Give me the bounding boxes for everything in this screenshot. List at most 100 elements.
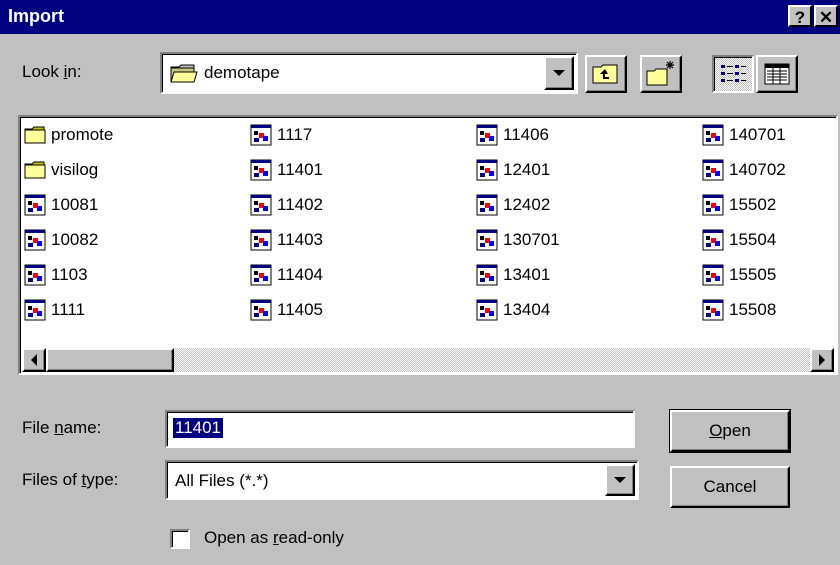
create-new-folder-icon — [646, 61, 674, 86]
scroll-left-button[interactable] — [22, 348, 46, 372]
cancel-button[interactable]: Cancel — [670, 466, 790, 508]
scroll-right-button[interactable] — [810, 348, 834, 372]
folder-icon — [24, 161, 46, 179]
file-name: 11404 — [277, 265, 324, 284]
data-file-icon — [476, 159, 498, 181]
data-file-icon — [476, 264, 498, 286]
list-item[interactable]: 1103 — [24, 263, 88, 287]
list-item[interactable]: 12401 — [476, 158, 550, 182]
data-file-icon — [702, 299, 724, 321]
file-name: 1111 — [51, 300, 86, 319]
list-item[interactable]: 140701 — [702, 123, 786, 147]
chevron-down-icon — [553, 70, 565, 76]
file-type-label: Files of type: — [22, 470, 119, 489]
data-file-icon — [702, 264, 724, 286]
data-file-icon — [250, 194, 272, 216]
data-file-icon — [476, 299, 498, 321]
up-one-level-button[interactable] — [585, 55, 627, 93]
data-file-icon — [702, 194, 724, 216]
data-file-icon — [24, 194, 46, 216]
list-view-icon — [721, 65, 746, 82]
list-item[interactable]: promote — [24, 123, 113, 147]
list-item[interactable]: 1111 — [24, 298, 85, 322]
look-in-value: demotape — [204, 63, 280, 82]
list-item[interactable]: 10082 — [24, 228, 98, 252]
file-name: 15508 — [729, 300, 777, 319]
list-item[interactable]: 13404 — [476, 298, 550, 322]
read-only-label[interactable]: Open as read-only — [204, 528, 344, 548]
list-item[interactable]: 15508 — [702, 298, 776, 322]
file-name: 12401 — [503, 160, 551, 179]
file-name: 1117 — [277, 125, 313, 144]
file-name: visilog — [51, 160, 99, 179]
list-item[interactable]: 15502 — [702, 193, 776, 217]
file-name: 12402 — [503, 195, 551, 214]
file-name: 13401 — [503, 265, 551, 284]
folder-icon — [24, 126, 46, 144]
arrow-left-icon — [31, 354, 37, 366]
chevron-down-icon — [614, 477, 626, 483]
file-name-input[interactable]: 11401 — [165, 410, 635, 448]
data-file-icon — [250, 159, 272, 181]
create-new-folder-button[interactable] — [640, 55, 682, 93]
arrow-right-icon — [819, 354, 825, 366]
read-only-checkbox[interactable] — [170, 529, 190, 549]
list-item[interactable]: 1117 — [250, 123, 312, 147]
data-file-icon — [250, 229, 272, 251]
file-name: 1103 — [51, 265, 88, 284]
look-in-label: Look in: — [22, 62, 82, 81]
file-type-value: All Files (*.*) — [175, 471, 269, 490]
file-name-label: File name: — [22, 418, 102, 437]
list-item[interactable]: 11402 — [250, 193, 323, 217]
data-file-icon — [250, 299, 272, 321]
file-name: 15505 — [729, 265, 777, 284]
horizontal-scrollbar[interactable] — [22, 348, 834, 372]
list-item[interactable]: 11401 — [250, 158, 323, 182]
file-name: 15504 — [729, 230, 777, 249]
data-file-icon — [250, 124, 272, 146]
file-name: 11406 — [503, 125, 550, 144]
data-file-icon — [702, 159, 724, 181]
file-name: 140702 — [729, 160, 786, 179]
file-name: 11405 — [277, 300, 324, 319]
list-item[interactable]: 12402 — [476, 193, 550, 217]
list-item[interactable]: 11403 — [250, 228, 323, 252]
list-item[interactable]: 15504 — [702, 228, 776, 252]
data-file-icon — [24, 229, 46, 251]
list-item[interactable]: visilog — [24, 158, 98, 182]
data-file-icon — [702, 229, 724, 251]
list-view-button[interactable] — [712, 55, 754, 93]
help-button[interactable]: ? — [788, 5, 812, 27]
file-type-dropdown-button[interactable] — [605, 464, 635, 496]
title-bar: Import ? ✕ — [0, 0, 840, 34]
scroll-thumb[interactable] — [46, 348, 174, 372]
file-name: promote — [51, 125, 114, 144]
list-item[interactable]: 140702 — [702, 158, 786, 182]
look-in-dropdown-button[interactable] — [544, 56, 574, 90]
open-button[interactable]: Open — [669, 409, 791, 453]
data-file-icon — [476, 229, 498, 251]
file-name: 10081 — [51, 195, 99, 214]
data-file-icon — [702, 124, 724, 146]
list-item[interactable]: 130701 — [476, 228, 560, 252]
data-file-icon — [24, 264, 46, 286]
file-name: 11403 — [277, 230, 324, 249]
list-item[interactable]: 13401 — [476, 263, 550, 287]
data-file-icon — [24, 299, 46, 321]
list-item[interactable]: 11405 — [250, 298, 323, 322]
file-type-dropdown[interactable]: All Files (*.*) — [165, 460, 639, 500]
data-file-icon — [476, 124, 498, 146]
data-file-icon — [476, 194, 498, 216]
details-view-button[interactable] — [756, 55, 798, 93]
file-name: 130701 — [503, 230, 560, 249]
up-one-level-icon — [592, 64, 618, 84]
close-button[interactable]: ✕ — [814, 5, 838, 27]
data-file-icon — [250, 264, 272, 286]
file-name: 11402 — [277, 195, 324, 214]
list-item[interactable]: 11406 — [476, 123, 549, 147]
look-in-dropdown[interactable]: demotape — [160, 52, 578, 94]
file-name: 13404 — [503, 300, 551, 319]
list-item[interactable]: 10081 — [24, 193, 98, 217]
list-item[interactable]: 11404 — [250, 263, 323, 287]
list-item[interactable]: 15505 — [702, 263, 776, 287]
